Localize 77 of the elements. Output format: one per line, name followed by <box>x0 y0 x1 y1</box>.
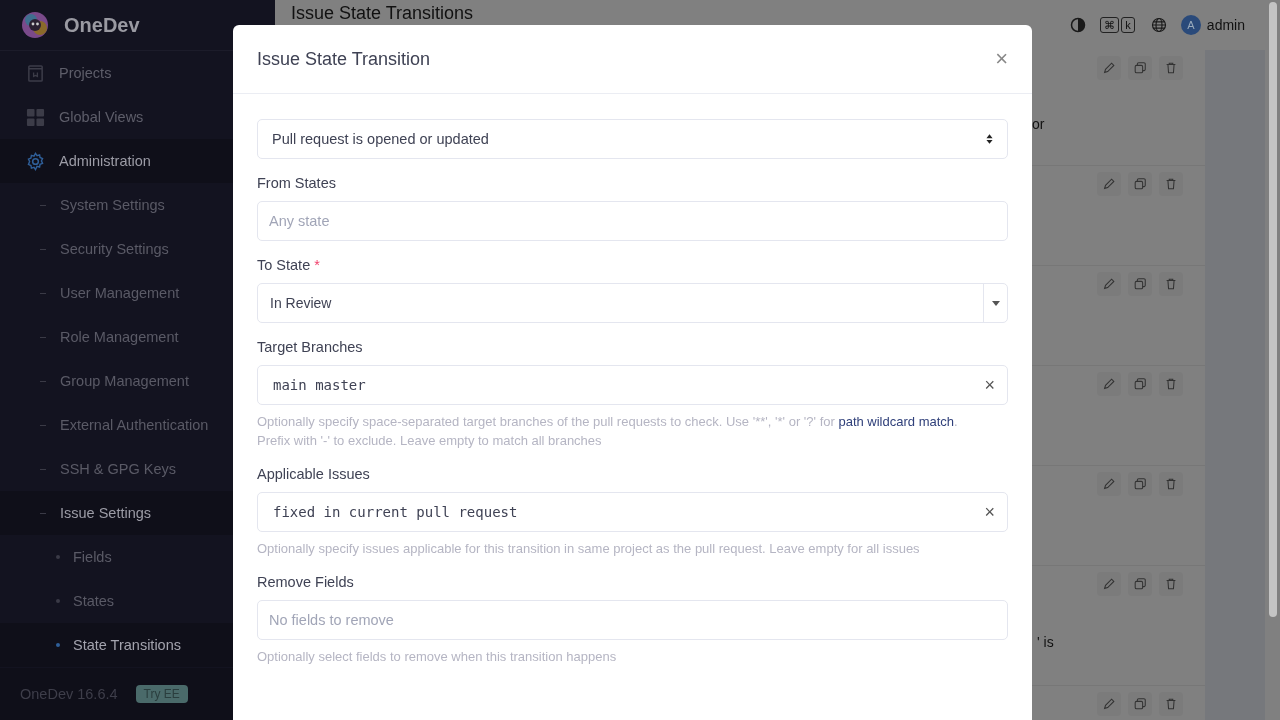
delete-button[interactable] <box>1159 692 1183 716</box>
trash-icon <box>1164 61 1178 75</box>
edit-button[interactable] <box>1097 572 1121 596</box>
brand-name: OneDev <box>64 13 140 37</box>
edit-button[interactable] <box>1097 472 1121 496</box>
copy-icon <box>1133 577 1147 591</box>
keyboard-key: k <box>1121 17 1135 33</box>
edit-button[interactable] <box>1097 272 1121 296</box>
delete-button[interactable] <box>1159 372 1183 396</box>
help-text: Optionally specify issues applicable for this transition in same project as the pull request. Leave empty for all issues <box>257 540 921 558</box>
copy-button[interactable] <box>1128 56 1152 80</box>
keyboard-key: ⌘ <box>1100 17 1120 33</box>
contrast-icon[interactable] <box>1070 17 1087 33</box>
clear-button[interactable]: × <box>984 501 995 523</box>
field-label: Remove Fields <box>257 574 354 590</box>
delete-button[interactable] <box>1159 272 1183 296</box>
input-field[interactable]: Any state <box>257 201 1008 241</box>
copy-icon <box>1133 477 1147 491</box>
delete-button[interactable] <box>1159 56 1183 80</box>
row-text: or <box>1032 116 1045 132</box>
clear-button[interactable]: × <box>984 374 995 396</box>
wildcard-link[interactable]: path wildcard match <box>838 414 955 429</box>
gear-icon <box>26 151 45 171</box>
edit-button[interactable] <box>1097 692 1121 716</box>
trash-icon <box>1164 697 1178 711</box>
required-mark: * <box>314 257 320 273</box>
copy-icon <box>1133 177 1147 191</box>
trash-icon <box>1164 277 1178 291</box>
field-label: Target Branches <box>257 339 363 355</box>
logo-icon <box>20 10 50 40</box>
user-name[interactable]: admin <box>1206 17 1245 33</box>
edit-button[interactable] <box>1097 172 1121 196</box>
edit-button[interactable] <box>1097 56 1121 80</box>
edit-button[interactable] <box>1097 372 1121 396</box>
delete-button[interactable] <box>1159 472 1183 496</box>
dropdown-caret-icon <box>991 300 1000 306</box>
pencil-icon <box>1102 477 1116 491</box>
event-select[interactable]: Pull request is opened or updated <box>257 119 1008 159</box>
copy-icon <box>1133 377 1147 391</box>
trash-icon <box>1164 377 1178 391</box>
copy-button[interactable] <box>1128 372 1152 396</box>
pencil-icon <box>1102 377 1116 391</box>
copy-icon <box>1133 277 1147 291</box>
copy-button[interactable] <box>1128 172 1152 196</box>
pencil-icon <box>1102 577 1116 591</box>
field-label: Applicable Issues <box>257 466 370 482</box>
pencil-icon <box>1102 277 1116 291</box>
trash-icon <box>1164 577 1178 591</box>
copy-button[interactable] <box>1128 572 1152 596</box>
copy-icon <box>1133 697 1147 711</box>
page-title: Issue State Transitions <box>291 3 474 24</box>
scrollbar-thumb[interactable] <box>1268 2 1277 617</box>
copy-button[interactable] <box>1128 692 1152 716</box>
close-button[interactable]: × <box>995 48 1008 70</box>
trash-icon <box>1164 177 1178 191</box>
copy-button[interactable] <box>1128 472 1152 496</box>
globe-icon[interactable] <box>1150 17 1167 33</box>
delete-button[interactable] <box>1159 172 1183 196</box>
dialog-title: Issue State Transition <box>257 48 431 70</box>
sort-caret-icon <box>986 133 993 145</box>
input-field[interactable]: fixed in current pull request × <box>257 492 1008 532</box>
pencil-icon <box>1102 61 1116 75</box>
input-field[interactable]: No fields to remove <box>257 600 1008 640</box>
input-field[interactable]: main master × <box>257 365 1008 405</box>
row-text: ' is <box>1037 634 1054 650</box>
delete-button[interactable] <box>1159 572 1183 596</box>
avatar[interactable]: A <box>1180 15 1201 35</box>
field-label: To State <box>257 257 311 273</box>
state-select[interactable]: In Review <box>257 283 1008 323</box>
trash-icon <box>1164 477 1178 491</box>
book-icon <box>26 63 45 83</box>
copy-button[interactable] <box>1128 272 1152 296</box>
pencil-icon <box>1102 177 1116 191</box>
grid-icon <box>26 107 45 127</box>
help-text: Optionally specify space-separated target branches of the pull requests to check. Use '**', '*' or '?' for path wildcard match. Prefix with '-' to exclude. Leave empty to match all branches <box>257 413 959 450</box>
pencil-icon <box>1102 697 1116 711</box>
copy-icon <box>1133 61 1147 75</box>
